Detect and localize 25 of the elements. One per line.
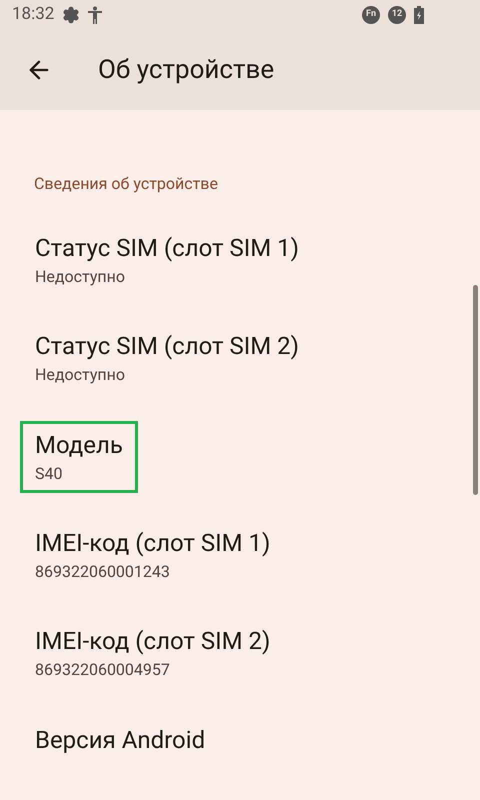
item-summary: Недоступно: [35, 364, 126, 386]
battery-charging-icon: [414, 6, 424, 24]
accessibility-icon: [88, 6, 102, 24]
item-summary: Недоступно: [35, 266, 126, 288]
item-title: Статус SIM (слот SIM 2): [35, 331, 300, 362]
status-badge: 12: [388, 6, 406, 24]
list-item[interactable]: Модель S40: [20, 420, 138, 493]
page-title: Об устройстве: [98, 54, 274, 86]
list-item[interactable]: Статус SIM (слот SIM 2) Недоступно: [20, 322, 314, 394]
item-summary: 869322060001243: [35, 560, 171, 583]
list-item[interactable]: Статус SIM (слот SIM 1) Недоступно: [20, 224, 314, 296]
item-title: Статус SIM (слот SIM 1): [35, 233, 300, 264]
item-title: IMEI-код (слот SIM 2): [35, 626, 270, 658]
item-summary: 869322060004957: [35, 659, 171, 682]
section-header: Сведения об устройстве: [34, 174, 218, 193]
settings-icon: [62, 6, 80, 24]
status-time: 18:32: [12, 3, 54, 26]
list-item[interactable]: IMEI-код (слот SIM 2) 869322060004957: [20, 617, 286, 690]
item-summary: S40: [35, 462, 64, 485]
item-title: Модель: [35, 430, 123, 461]
list-item[interactable]: IMEI-код (слот SIM 1) 869322060001243: [20, 518, 286, 591]
item-title: IMEI-код (слот SIM 1): [35, 528, 270, 559]
item-title: Версия Android: [35, 724, 206, 756]
status-badge: Fn: [362, 6, 380, 24]
list-item[interactable]: Версия Android: [20, 716, 220, 764]
